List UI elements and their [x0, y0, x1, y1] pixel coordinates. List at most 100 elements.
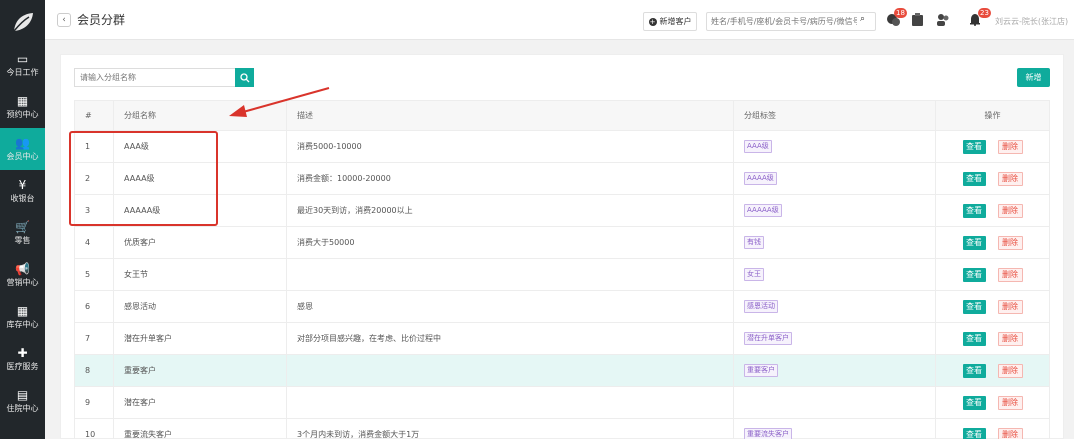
actions-cell: 查看 删除 — [936, 419, 1050, 439]
table-row[interactable]: 10 重要流失客户 3个月内未到访，消费金额大于1万 重要流失客户 查看 删除 — [74, 419, 1050, 439]
megaphone-icon: 📢 — [15, 261, 30, 276]
group-description — [287, 387, 734, 418]
table-row[interactable]: 7 潜在升单客户 对部分项目感兴趣，在考虑、比价过程中 潜在升单客户 查看 删除 — [74, 323, 1050, 355]
view-button[interactable]: 查看 — [962, 395, 986, 410]
group-tag: 感恩活动 — [744, 300, 778, 313]
column-header: # — [74, 101, 114, 130]
sidebar-item[interactable]: 👥 会员中心 — [0, 128, 45, 170]
group-description — [287, 355, 734, 386]
sidebar-item-label: 今日工作 — [6, 67, 39, 77]
table-row[interactable]: 3 AAAAA级 最近30天到访，消费20000以上 AAAAA级 查看 删除 — [74, 195, 1050, 227]
delete-button[interactable]: 删除 — [997, 395, 1023, 410]
sidebar-item[interactable]: ▤ 住院中心 — [0, 380, 45, 422]
yen-icon: ¥ — [18, 177, 27, 192]
view-button[interactable]: 查看 — [962, 267, 986, 282]
table-row[interactable]: 6 感恩活动 感恩 感恩活动 查看 删除 — [74, 291, 1050, 323]
delete-button[interactable]: 删除 — [997, 299, 1023, 314]
group-name: 潜在升单客户 — [114, 323, 287, 354]
group-tag-cell: AAAA级 — [734, 163, 936, 194]
clipboard-icon[interactable] — [911, 13, 924, 30]
view-button[interactable]: 查看 — [962, 171, 986, 186]
delete-button[interactable]: 删除 — [997, 203, 1023, 218]
delete-button[interactable]: 删除 — [997, 139, 1023, 154]
medical-kit-icon: ✚ — [17, 345, 28, 360]
row-number: 4 — [74, 227, 114, 258]
row-number: 9 — [74, 387, 114, 418]
group-description: 消费金额：10000-20000 — [287, 163, 734, 194]
view-button[interactable]: 查看 — [962, 331, 986, 346]
calendar-icon: ▦ — [16, 93, 29, 108]
delete-button[interactable]: 删除 — [997, 267, 1023, 282]
view-button[interactable]: 查看 — [962, 427, 986, 439]
top-header: ‹ 会员分群 + 新增客户 ⌕ 18 23 刘云云-院长(张江店) — [45, 0, 1074, 40]
sidebar-item[interactable]: ✚ 医疗服务 — [0, 338, 45, 380]
sidebar-item[interactable]: ¥ 收银台 — [0, 170, 45, 212]
view-button[interactable]: 查看 — [962, 203, 986, 218]
table-row[interactable]: 5 女王节 女王 查看 删除 — [74, 259, 1050, 291]
group-tag-cell: AAAAA级 — [734, 195, 936, 226]
group-name: 感恩活动 — [114, 291, 287, 322]
table-row[interactable]: 2 AAAA级 消费金额：10000-20000 AAAA级 查看 删除 — [74, 163, 1050, 195]
delete-button[interactable]: 删除 — [997, 427, 1023, 439]
row-number: 7 — [74, 323, 114, 354]
sidebar-item[interactable]: 📢 营销中心 — [0, 254, 45, 296]
leaf-logo-icon[interactable] — [0, 0, 45, 44]
column-header: 分组名称 — [114, 101, 287, 130]
group-description — [287, 259, 734, 290]
table-row[interactable]: 4 优质客户 消费大于50000 有钱 查看 删除 — [74, 227, 1050, 259]
delete-button[interactable]: 删除 — [997, 363, 1023, 378]
row-number: 8 — [74, 355, 114, 386]
users-icon[interactable] — [936, 13, 950, 29]
column-header: 操作 — [936, 101, 1050, 130]
group-tag-cell: 重要客户 — [734, 355, 936, 386]
table-row[interactable]: 8 重要客户 重要客户 查看 删除 — [74, 355, 1050, 387]
add-group-button[interactable]: 新增 — [1017, 68, 1050, 87]
group-search-button[interactable] — [235, 68, 254, 87]
sidebar-item-label: 库存中心 — [6, 319, 39, 329]
group-tag: 重要流失客户 — [744, 428, 792, 439]
group-name: 优质客户 — [114, 227, 287, 258]
actions-cell: 查看 删除 — [936, 163, 1050, 194]
group-name: 女王节 — [114, 259, 287, 290]
members-icon: 👥 — [15, 135, 30, 150]
table-row[interactable]: 9 潜在客户 查看 删除 — [74, 387, 1050, 419]
group-tag: 潜在升单客户 — [744, 332, 792, 345]
sidebar: ▭ 今日工作 ▦ 预约中心 👥 会员中心 ¥ 收银台 🛒 零售 📢 营销中心 ▦ 库存中心 ✚ 医疗服务 ▤ 住院… — [0, 0, 45, 439]
view-button[interactable]: 查看 — [962, 299, 986, 314]
view-button[interactable]: 查看 — [962, 235, 986, 250]
search-icon[interactable]: ⌕ — [860, 14, 865, 24]
sidebar-item[interactable]: ▭ 今日工作 — [0, 44, 45, 86]
user-menu[interactable]: 刘云云-院长(张江店) — [995, 16, 1068, 27]
delete-button[interactable]: 删除 — [997, 235, 1023, 250]
sidebar-item[interactable]: ▦ 库存中心 — [0, 296, 45, 338]
sidebar-item[interactable]: ▦ 预约中心 — [0, 86, 45, 128]
sidebar-item-label: 收银台 — [10, 193, 35, 203]
table-row[interactable]: 1 AAA级 消费5000-10000 AAA级 查看 删除 — [74, 131, 1050, 163]
group-tag: AAAA级 — [744, 172, 777, 185]
message-badge: 18 — [894, 8, 907, 18]
row-number: 6 — [74, 291, 114, 322]
group-tag: 有钱 — [744, 236, 764, 249]
group-name-search-input[interactable] — [74, 68, 236, 87]
actions-cell: 查看 删除 — [936, 227, 1050, 258]
search-icon — [239, 72, 249, 82]
content-panel: 新增 # 分组名称 描述 分组标签 操作 1AAA级消费5000-10000AA… — [60, 54, 1064, 439]
group-tag-cell: AAA级 — [734, 131, 936, 162]
group-description: 3个月内未到访，消费金额大于1万 — [287, 419, 734, 439]
customer-search-input[interactable] — [706, 12, 876, 31]
new-customer-button[interactable]: + 新增客户 — [643, 12, 697, 31]
group-description: 消费5000-10000 — [287, 131, 734, 162]
view-button[interactable]: 查看 — [962, 363, 986, 378]
new-customer-label: 新增客户 — [659, 17, 692, 26]
row-number: 10 — [74, 419, 114, 439]
delete-button[interactable]: 删除 — [997, 331, 1023, 346]
delete-button[interactable]: 删除 — [997, 171, 1023, 186]
group-tag: 重要客户 — [744, 364, 778, 377]
group-name: 重要客户 — [114, 355, 287, 386]
notification-badge: 23 — [978, 8, 991, 18]
sidebar-item[interactable]: 🛒 零售 — [0, 212, 45, 254]
actions-cell: 查看 删除 — [936, 387, 1050, 418]
back-button[interactable]: ‹ — [57, 13, 71, 27]
view-button[interactable]: 查看 — [962, 139, 986, 154]
sidebar-item-label: 会员中心 — [6, 151, 39, 161]
